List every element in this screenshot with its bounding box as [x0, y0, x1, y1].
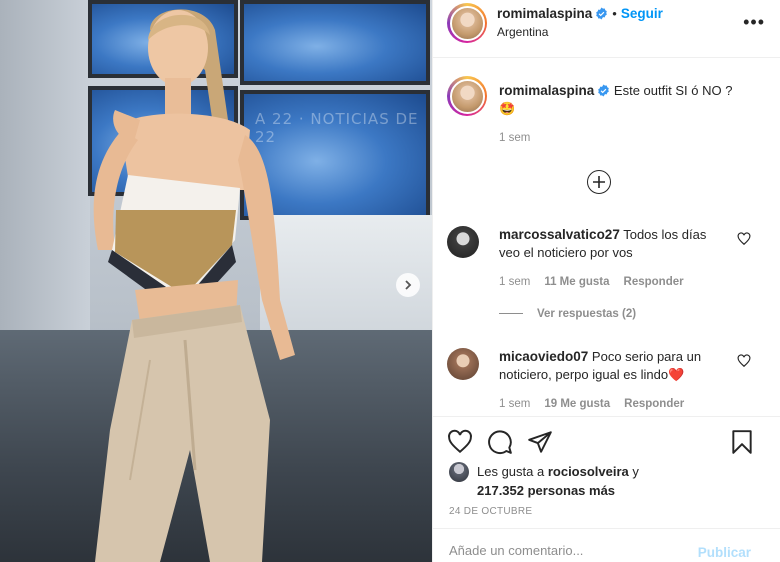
woman-figure — [93, 9, 295, 562]
star-struck-emoji: 🤩 — [499, 101, 516, 116]
caption-author-username[interactable]: romimalaspina — [499, 83, 594, 98]
comment-text: marcossalvatico27 Todos los días veo el … — [499, 226, 729, 262]
more-options-icon[interactable]: ••• — [743, 12, 765, 33]
liker-avatar[interactable] — [449, 462, 469, 482]
comment-text: micaoviedo07 Poco serio para un noticier… — [499, 348, 729, 384]
commenter-avatar[interactable] — [447, 348, 479, 380]
action-bar — [433, 416, 780, 466]
author-avatar[interactable] — [447, 3, 487, 43]
comment-meta: 1 sem 11 Me gusta Responder — [499, 276, 684, 288]
caption-text: romimalaspina Este outfit SI ó NO ? 🤩 — [499, 82, 769, 118]
share-icon[interactable] — [527, 429, 553, 455]
screen-logo-ghost: A 22 · NOTICIAS DE 22 — [255, 110, 419, 146]
next-photo-button[interactable] — [396, 273, 420, 297]
reply-button[interactable]: Responder — [624, 398, 684, 410]
verified-badge-icon — [598, 84, 610, 97]
comment-likes[interactable]: 11 Me gusta — [544, 276, 609, 288]
comment-meta: 1 sem 19 Me gusta Responder — [499, 398, 684, 410]
red-heart-emoji: ❤️ — [668, 367, 685, 382]
view-replies-label: Ver respuestas (2) — [537, 308, 637, 320]
heart-icon[interactable] — [737, 232, 751, 246]
heart-icon[interactable] — [737, 354, 751, 368]
commenter-username[interactable]: marcossalvatico27 — [499, 227, 620, 242]
load-more-comments-button[interactable] — [587, 170, 611, 194]
comment-likes[interactable]: 19 Me gusta — [544, 398, 610, 410]
next-arrow-icon — [405, 280, 412, 290]
add-comment-bar: Publicar — [433, 528, 780, 562]
comment-icon[interactable] — [487, 429, 513, 455]
author-username[interactable]: romimalaspina — [497, 6, 592, 21]
separator-dot: • — [612, 6, 617, 21]
comment-input[interactable] — [449, 543, 689, 558]
commenter-username[interactable]: micaoviedo07 — [499, 349, 588, 364]
likes-joiner: y — [632, 464, 639, 479]
comment-timestamp[interactable]: 1 sem — [499, 276, 530, 288]
post-header: romimalaspina • Seguir Argentina ••• — [433, 0, 780, 58]
commenter-avatar[interactable] — [447, 226, 479, 258]
likes-prefix: Les gusta a — [477, 464, 545, 479]
load-more-icon — [593, 176, 605, 188]
caption-timestamp[interactable]: 1 sem — [499, 132, 530, 144]
liker-username[interactable]: rociosolveira — [548, 464, 629, 479]
post-date[interactable]: 24 DE OCTUBRE — [449, 506, 532, 517]
view-replies-button[interactable]: Ver respuestas (2) — [499, 308, 636, 320]
post-side-panel: romimalaspina • Seguir Argentina ••• romim… — [432, 0, 780, 562]
comment-timestamp[interactable]: 1 sem — [499, 398, 530, 410]
publish-button[interactable]: Publicar — [698, 545, 751, 560]
likes-count[interactable]: 217.352 personas más — [477, 483, 615, 498]
post-location[interactable]: Argentina — [497, 25, 548, 39]
post-photo[interactable]: A 22 · NOTICIAS DE 22 — [0, 0, 432, 562]
author-line: romimalaspina • Seguir — [497, 6, 663, 21]
bookmark-icon[interactable] — [729, 429, 755, 455]
likes-text: Les gusta a rociosolveira y 217.352 pers… — [477, 462, 757, 500]
caption-body: Este outfit SI ó NO ? — [613, 83, 733, 98]
replies-divider-line — [499, 313, 523, 315]
caption-author-avatar[interactable] — [447, 76, 487, 116]
heart-icon[interactable] — [447, 429, 473, 455]
reply-button[interactable]: Responder — [624, 276, 684, 288]
follow-button[interactable]: Seguir — [621, 6, 663, 21]
verified-badge-icon — [596, 7, 608, 20]
